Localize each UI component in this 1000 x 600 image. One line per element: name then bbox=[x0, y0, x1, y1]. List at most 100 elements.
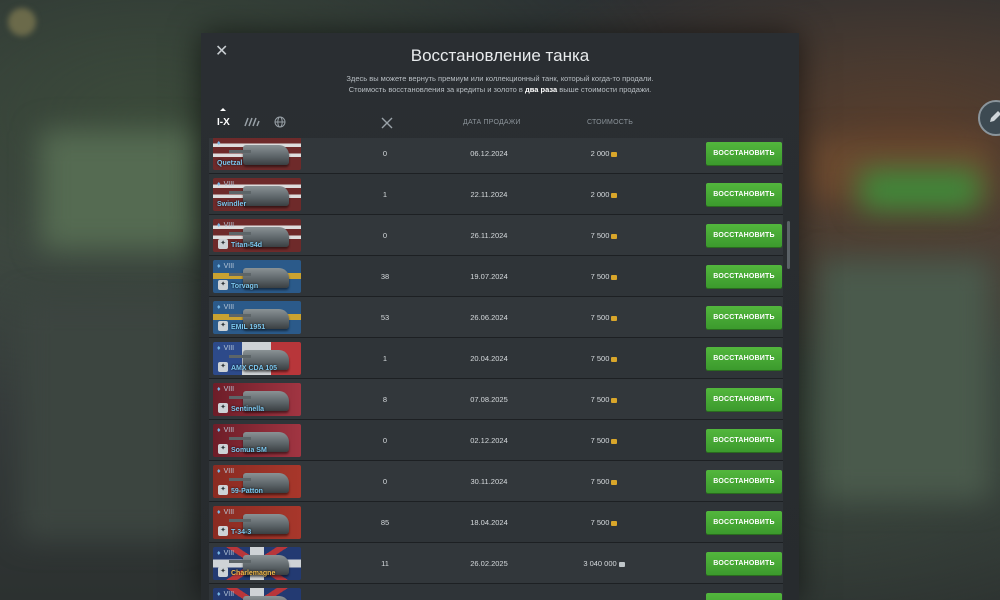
table-row: ♦ VIII ✦ Titan-54d 0 26.11.2024 7 500 ВО… bbox=[209, 215, 783, 256]
tank-name: Quetzal bbox=[217, 160, 243, 167]
dialog-description: Здесь вы можете вернуть премиум или колл… bbox=[201, 73, 799, 95]
table-row: ♦ VIII ✦ 59-Patton 0 30.11.2024 7 500 ВО… bbox=[209, 461, 783, 502]
collector-badge-icon: ✦ bbox=[218, 485, 228, 495]
sale-date: 18.04.2024 bbox=[470, 518, 508, 527]
tier-value: VIII bbox=[223, 222, 235, 229]
sale-date: 05.12.2024 bbox=[454, 584, 524, 600]
tank-thumbnail: ♦ VIII ✦ Titan-54d bbox=[213, 219, 301, 252]
restore-button[interactable]: ВОССТАНОВИТЬ bbox=[706, 224, 782, 247]
tank-thumbnail: ♦ VIII ✦ Charlemagne bbox=[213, 547, 301, 580]
tank-class-icon: ♦ bbox=[217, 509, 221, 516]
tank-name: Somua SM bbox=[231, 447, 267, 454]
tier-value: VIII bbox=[223, 509, 235, 516]
tank-class-icon: ♦ bbox=[217, 468, 221, 475]
gold-icon bbox=[611, 356, 618, 362]
restore-price: 2 000 bbox=[574, 174, 634, 215]
scrollbar[interactable] bbox=[787, 221, 790, 269]
price-value: 7 500 bbox=[590, 272, 610, 281]
price-header[interactable]: СТОИМОСТЬ bbox=[587, 119, 633, 126]
price-value: 7 500 bbox=[590, 395, 610, 404]
table-row: ♦ VIII ✦ EMIL 1951 53 26.06.2024 7 500 В… bbox=[209, 297, 783, 338]
description-text: Стоимость восстановления за кредиты и зо… bbox=[348, 85, 523, 94]
battles-count: 0 bbox=[382, 436, 388, 445]
collector-badge-icon: ✦ bbox=[218, 280, 228, 290]
gold-icon bbox=[611, 438, 618, 444]
tier-label: ♦ VIII bbox=[217, 345, 234, 352]
restore-button[interactable]: ВОССТАНОВИТЬ bbox=[706, 429, 782, 452]
table-row: ♦ VIII ✦ Charlemagne 11 26.02.2025 3 040… bbox=[209, 543, 783, 584]
restore-button[interactable]: ВОССТАНОВИТЬ bbox=[706, 552, 782, 575]
gold-icon bbox=[611, 274, 618, 280]
collector-badge-icon: ✦ bbox=[218, 444, 228, 454]
restore-price: 7 500 bbox=[574, 338, 634, 379]
background-emblem-icon bbox=[8, 8, 36, 36]
table-row: ♦ VIII 29 05.12.2024 7 500 ВОССТАНОВИТЬ bbox=[209, 584, 783, 600]
battles-count: 8 bbox=[382, 395, 388, 404]
battles-count: 0 bbox=[382, 477, 388, 486]
restore-price: 7 500 bbox=[574, 297, 634, 338]
restore-price: 7 500 bbox=[574, 461, 634, 502]
restore-button[interactable]: ВОССТАНОВИТЬ bbox=[706, 306, 782, 329]
tank-name: Sentinella bbox=[231, 406, 265, 413]
battles-count: 1 bbox=[382, 354, 388, 363]
restore-button[interactable]: ВОССТАНОВИТЬ bbox=[706, 593, 782, 600]
gold-icon bbox=[611, 233, 618, 239]
sale-date-header[interactable]: ДАТА ПРОДАЖИ bbox=[463, 119, 521, 126]
price-value: 2 000 bbox=[590, 190, 610, 199]
battles-count: 0 bbox=[382, 149, 388, 158]
tank-name: Titan-54d bbox=[231, 242, 262, 249]
collector-badge-icon: ✦ bbox=[218, 526, 228, 536]
sale-date: 26.11.2024 bbox=[470, 231, 508, 240]
restore-price: 2 000 bbox=[574, 138, 634, 174]
price-value: 7 500 bbox=[590, 436, 610, 445]
restore-button[interactable]: ВОССТАНОВИТЬ bbox=[706, 347, 782, 370]
tank-image bbox=[243, 596, 289, 600]
restore-price: 7 500 bbox=[574, 379, 634, 420]
collector-badge-icon: ✦ bbox=[218, 321, 228, 331]
restore-button[interactable]: ВОССТАНОВИТЬ bbox=[706, 142, 782, 165]
restore-button[interactable]: ВОССТАНОВИТЬ bbox=[706, 183, 782, 206]
battles-count: 53 bbox=[380, 313, 390, 322]
restore-button[interactable]: ВОССТАНОВИТЬ bbox=[706, 511, 782, 534]
sale-date: 26.02.2025 bbox=[470, 559, 508, 568]
tier-filter-tab[interactable]: I-X bbox=[217, 113, 230, 131]
sale-date: 19.07.2024 bbox=[470, 272, 508, 281]
table-row: ♦ VIII ✦ Somua SM 0 02.12.2024 7 500 ВОС… bbox=[209, 420, 783, 461]
restore-price: 7 500 bbox=[574, 502, 634, 543]
restore-button[interactable]: ВОССТАНОВИТЬ bbox=[706, 265, 782, 288]
tier-label: ♦ VIII bbox=[217, 468, 234, 475]
collector-badge-icon: ✦ bbox=[218, 403, 228, 413]
restore-price: 7 500 bbox=[574, 584, 634, 600]
tier-label: ♦ VIII bbox=[217, 304, 234, 311]
tank-name: T-34-3 bbox=[231, 529, 252, 536]
table-row: ♦ VIII ✦ Sentinella 8 07.08.2025 7 500 В… bbox=[209, 379, 783, 420]
globe-icon[interactable] bbox=[274, 113, 286, 131]
price-value: 2 000 bbox=[590, 149, 610, 158]
tank-class-icon: ♦ bbox=[217, 263, 221, 270]
tier-value: VIII bbox=[223, 427, 235, 434]
battles-count: 38 bbox=[380, 272, 390, 281]
table-row: ♦ VIII Swindler 1 22.11.2024 2 000 ВОССТ… bbox=[209, 174, 783, 215]
price-value: 7 500 bbox=[590, 477, 610, 486]
tank-class-icon: ♦ bbox=[217, 222, 221, 229]
gold-icon bbox=[611, 192, 618, 198]
tank-name: Torvagn bbox=[231, 283, 259, 290]
tank-image bbox=[229, 186, 289, 206]
restore-price: 3 040 000 bbox=[574, 543, 634, 584]
background-edit-icon bbox=[978, 100, 1000, 136]
tier-value: VIII bbox=[223, 468, 235, 475]
tiers-icon[interactable] bbox=[244, 113, 260, 131]
tier-label: ♦ bbox=[217, 140, 224, 147]
price-value: 3 040 000 bbox=[583, 559, 617, 568]
sold-tanks-list[interactable]: ♦ Quetzal 0 06.12.2024 2 000 ВОССТАНОВИТ… bbox=[209, 138, 791, 600]
tank-class-icon: ♦ bbox=[217, 550, 221, 557]
tank-thumbnail: ♦ VIII ✦ T-34-3 bbox=[213, 506, 301, 539]
tank-thumbnail: ♦ VIII ✦ Sentinella bbox=[213, 383, 301, 416]
battles-count: 1 bbox=[382, 190, 388, 199]
tier-label: ♦ VIII bbox=[217, 509, 234, 516]
restore-button[interactable]: ВОССТАНОВИТЬ bbox=[706, 470, 782, 493]
tier-label: ♦ VIII bbox=[217, 427, 234, 434]
restore-button[interactable]: ВОССТАНОВИТЬ bbox=[706, 388, 782, 411]
tier-label: ♦ VIII bbox=[217, 550, 234, 557]
collector-badge-icon: ✦ bbox=[218, 239, 228, 249]
